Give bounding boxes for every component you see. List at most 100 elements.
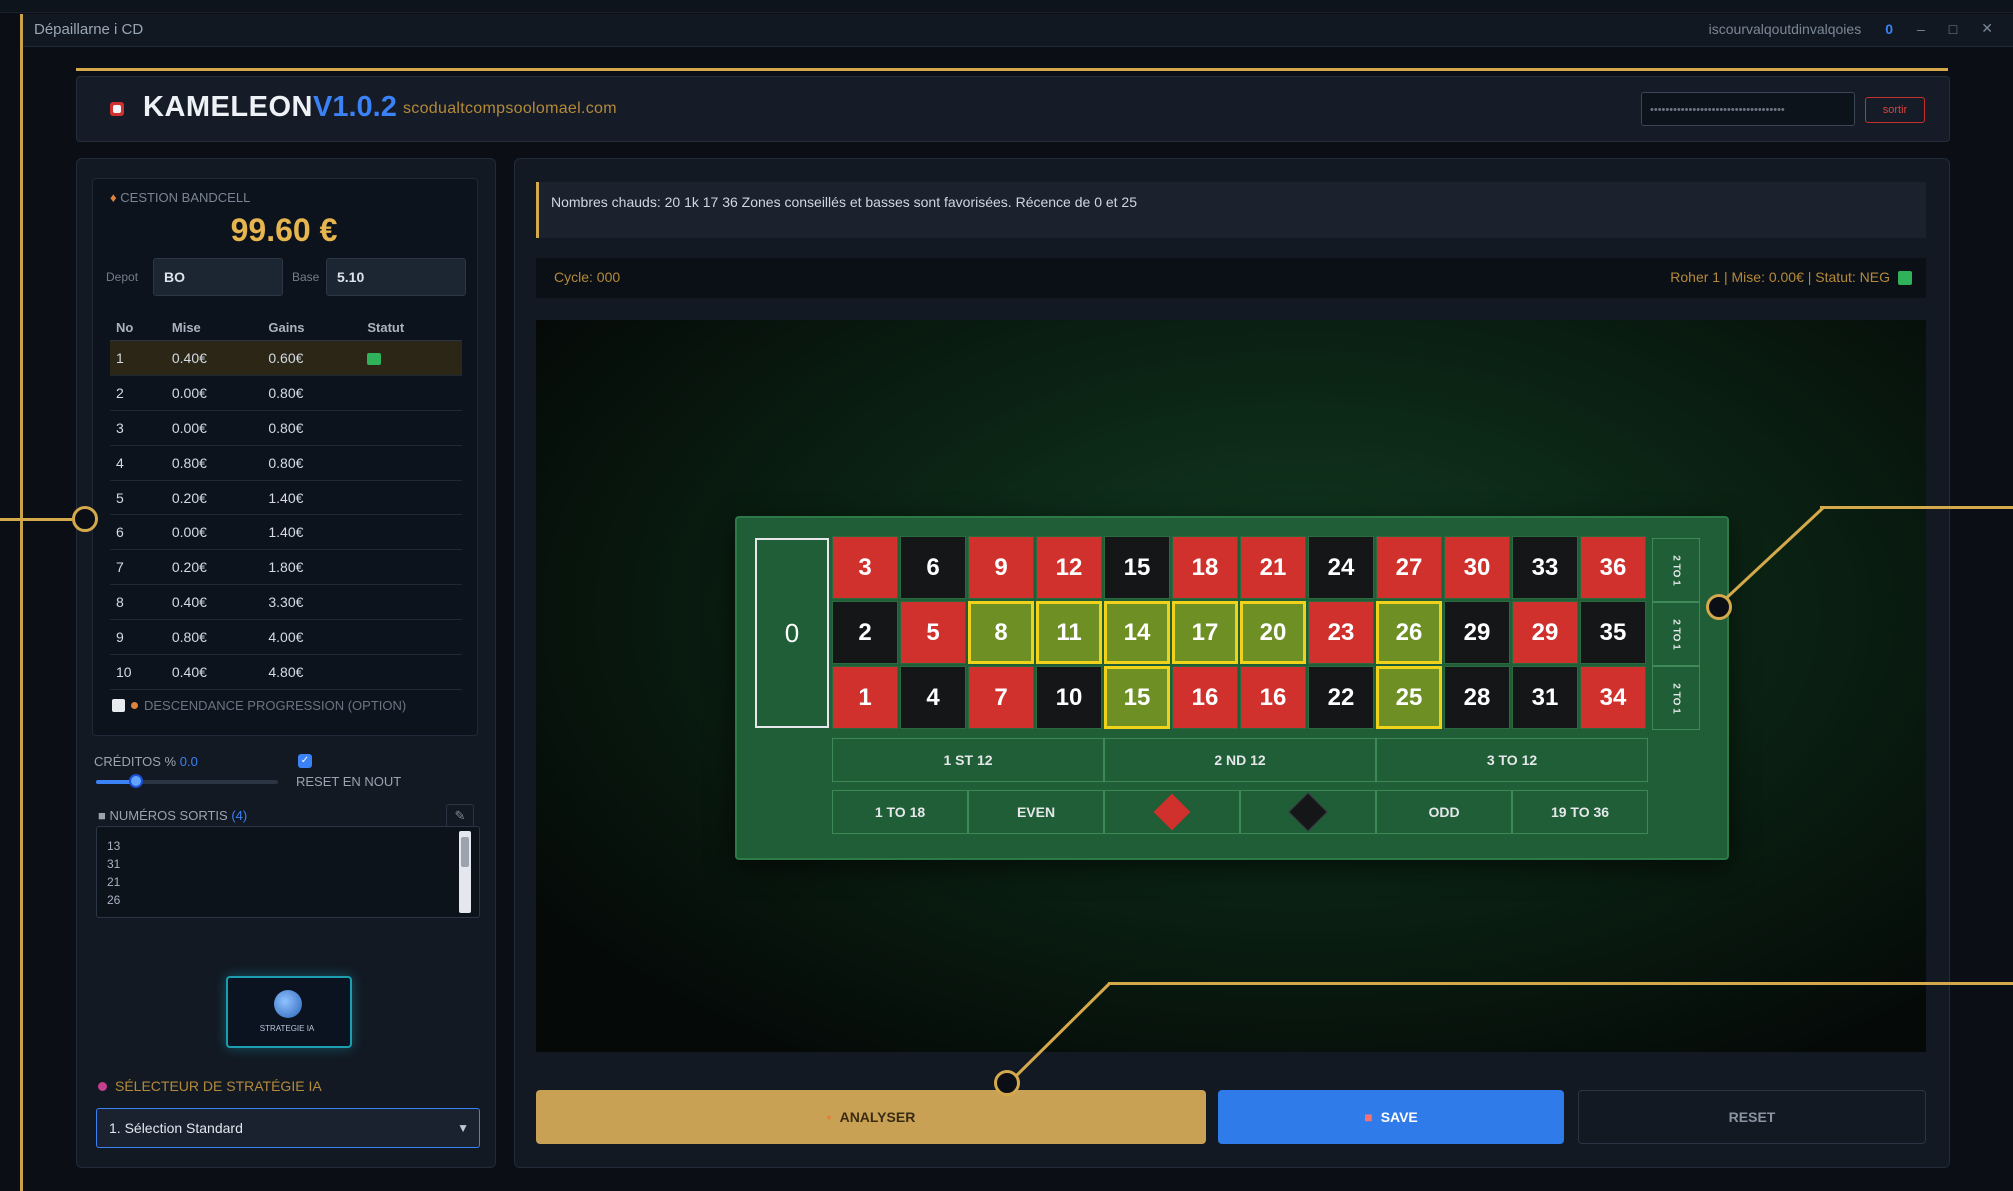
table-row[interactable]: 6 0.00€ 1.40€ [110, 514, 462, 551]
table-cell-n: 6 [110, 514, 166, 551]
bet-red[interactable] [1104, 790, 1240, 834]
bankroll-label: ♦ CESTION BANDCELL [110, 190, 250, 205]
number-cell[interactable]: 17 [1172, 601, 1238, 664]
header-accent [76, 68, 1948, 71]
number-cell[interactable]: 12 [1036, 536, 1102, 599]
number-cell[interactable]: 33 [1512, 536, 1578, 599]
base-input[interactable]: 5.10 [326, 258, 466, 296]
number-cell[interactable]: 29 [1512, 601, 1578, 664]
reset-checkbox[interactable]: ✓ [298, 754, 312, 768]
close-icon[interactable]: ✕ [1981, 20, 1993, 37]
save-button-label: SAVE [1380, 1109, 1418, 1125]
table-row[interactable]: 2 0.00€ 0.80€ [110, 375, 462, 411]
bet-high[interactable]: 19 TO 36 [1512, 790, 1648, 834]
auto-progression-checkbox[interactable] [112, 699, 125, 712]
reset-button[interactable]: RESET [1578, 1090, 1926, 1144]
license-key-input[interactable]: ••••••••••••••••••••••••••••••••••• [1641, 92, 1855, 126]
intensity-slider-handle[interactable] [129, 774, 144, 788]
table-cell-status [361, 654, 462, 690]
logout-button[interactable]: sortir [1865, 97, 1925, 123]
analyse-button[interactable]: • ANALYSER [536, 1090, 1206, 1144]
table-row[interactable]: 3 0.00€ 0.80€ [110, 410, 462, 446]
dozen-bet-third[interactable]: 3 TO 12 [1376, 738, 1648, 782]
column-bet-middle[interactable]: 2 TO 1 [1652, 602, 1700, 666]
titlebar-info: iscourvalqoutdinvalqoies [1708, 20, 1862, 37]
table-row[interactable]: 7 0.20€ 1.80€ [110, 549, 462, 586]
number-cell[interactable]: 20 [1240, 601, 1306, 664]
number-cell[interactable]: 2 [832, 601, 898, 664]
zero-cell[interactable]: 0 [755, 538, 829, 728]
dozen-bet-first[interactable]: 1 ST 12 [832, 738, 1104, 782]
bet-low[interactable]: 1 TO 18 [832, 790, 968, 834]
option-dot-icon [131, 702, 138, 709]
number-cell[interactable]: 7 [968, 666, 1034, 729]
number-cell[interactable]: 4 [900, 666, 966, 729]
table-row[interactable]: 10 0.40€ 4.80€ [110, 654, 462, 690]
number-cell[interactable]: 36 [1580, 536, 1646, 599]
number-cell[interactable]: 34 [1580, 666, 1646, 729]
table-cell-mise: 0.00€ [165, 375, 263, 411]
strategy-label-text: SÉLECTEUR DE STRATÉGIE IA [115, 1078, 322, 1094]
app-url[interactable]: scodualtcompsoolomael.com [403, 100, 617, 118]
number-cell[interactable]: 15 [1104, 536, 1170, 599]
frame-accent-line [20, 14, 23, 1191]
number-cell[interactable]: 9 [968, 536, 1034, 599]
bet-black[interactable] [1240, 790, 1376, 834]
number-cell[interactable]: 25 [1376, 666, 1442, 729]
number-cell[interactable]: 18 [1172, 536, 1238, 599]
dozen-bet-second[interactable]: 2 ND 12 [1104, 738, 1376, 782]
number-entry: 21 [107, 875, 121, 889]
pencil-icon[interactable]: ✎ [446, 804, 474, 828]
number-cell[interactable]: 1 [832, 666, 898, 729]
column-bet-bottom[interactable]: 2 TO 1 [1652, 666, 1700, 730]
table-row[interactable]: 9 0.80€ 4.00€ [110, 619, 462, 656]
table-cell-mise: 0.40€ [165, 340, 263, 376]
number-cell[interactable]: 28 [1444, 666, 1510, 729]
number-cell[interactable]: 31 [1512, 666, 1578, 729]
number-cell[interactable]: 10 [1036, 666, 1102, 729]
connector-line [1820, 506, 2013, 509]
globe-icon [274, 990, 302, 1018]
maximize-icon[interactable]: □ [1949, 21, 1957, 37]
ia-logo: STRATEGIE IA [226, 976, 352, 1048]
table-row[interactable]: 8 0.40€ 3.30€ [110, 584, 462, 621]
deposit-input[interactable]: BO [153, 258, 283, 296]
number-cell[interactable]: 27 [1376, 536, 1442, 599]
number-cell[interactable]: 23 [1308, 601, 1374, 664]
bet-even[interactable]: EVEN [968, 790, 1104, 834]
number-cell[interactable]: 21 [1240, 536, 1306, 599]
table-cell-status [361, 340, 462, 376]
auto-progression-label: DESCENDANCE PROGRESSION (OPTION) [144, 698, 407, 713]
number-cell[interactable]: 30 [1444, 536, 1510, 599]
number-cell[interactable]: 5 [900, 601, 966, 664]
number-cell[interactable]: 14 [1104, 601, 1170, 664]
number-cell[interactable]: 26 [1376, 601, 1442, 664]
number-cell[interactable]: 6 [900, 536, 966, 599]
save-button[interactable]: ■ SAVE [1218, 1090, 1564, 1144]
number-cell[interactable]: 24 [1308, 536, 1374, 599]
numbers-textarea[interactable]: 13 31 21 26 [96, 826, 480, 918]
connector-line [0, 518, 72, 521]
flame-icon: • [826, 1109, 832, 1125]
col-header-gains: Gains [262, 314, 362, 341]
minimize-icon[interactable]: – [1917, 21, 1925, 37]
strategy-select[interactable]: 1. Sélection Standard ▼ [96, 1108, 480, 1148]
table-row[interactable]: 4 0.80€ 0.80€ [110, 445, 462, 481]
table-cell-gain: 3.30€ [262, 584, 362, 621]
number-cell[interactable]: 11 [1036, 601, 1102, 664]
number-cell[interactable]: 35 [1580, 601, 1646, 664]
number-cell[interactable]: 8 [968, 601, 1034, 664]
bet-odd[interactable]: ODD [1376, 790, 1512, 834]
info-icon[interactable]: 0 [1885, 21, 1893, 37]
column-bet-top[interactable]: 2 TO 1 [1652, 538, 1700, 602]
numbers-scrollbar-thumb[interactable] [461, 837, 469, 867]
number-cell[interactable]: 22 [1308, 666, 1374, 729]
table-row[interactable]: 5 0.20€ 1.40€ [110, 480, 462, 516]
auto-progression-option[interactable]: DESCENDANCE PROGRESSION (OPTION) [112, 698, 406, 713]
table-row[interactable]: 1 0.40€ 0.60€ [110, 340, 462, 376]
number-cell[interactable]: 3 [832, 536, 898, 599]
number-cell[interactable]: 29 [1444, 601, 1510, 664]
number-cell[interactable]: 15 [1104, 666, 1170, 729]
number-cell[interactable]: 16 [1172, 666, 1238, 729]
number-cell[interactable]: 16 [1240, 666, 1306, 729]
